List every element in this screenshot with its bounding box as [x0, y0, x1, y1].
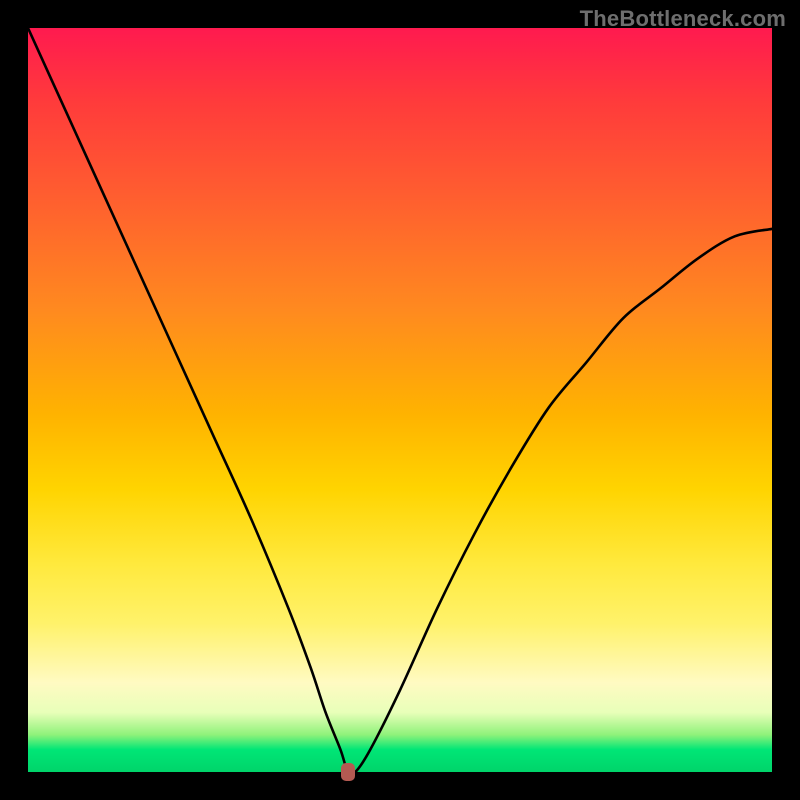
chart-container: TheBottleneck.com [0, 0, 800, 800]
watermark-text: TheBottleneck.com [580, 6, 786, 32]
plot-area [28, 28, 772, 772]
bottleneck-curve [28, 28, 772, 772]
optimal-point-marker [341, 763, 355, 781]
